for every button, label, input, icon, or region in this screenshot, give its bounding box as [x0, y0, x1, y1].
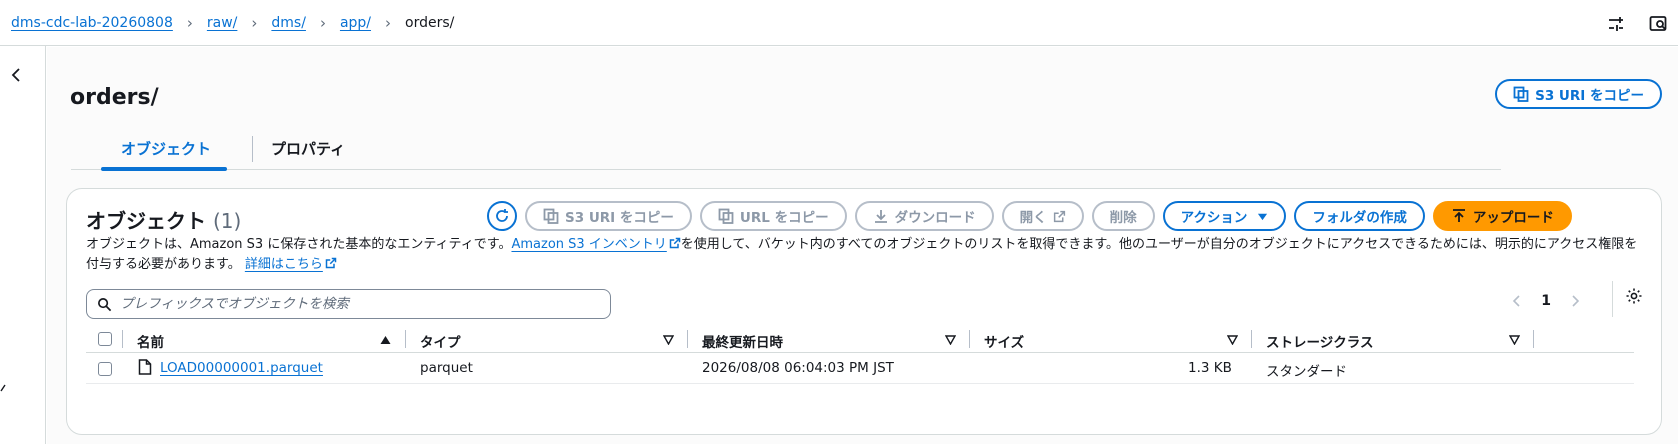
- pagination-divider: [1612, 281, 1613, 317]
- actions-dropdown[interactable]: アクション: [1162, 201, 1287, 231]
- breadcrumb-bucket[interactable]: dms-cdc-lab-20260808: [11, 15, 173, 31]
- sort-icon[interactable]: [1509, 335, 1520, 345]
- tab-properties[interactable]: プロパティ: [271, 138, 345, 159]
- chevron-right-icon: ›: [385, 13, 392, 32]
- copy-url-label: URL をコピー: [739, 210, 829, 226]
- file-icon: [138, 359, 152, 375]
- panel-title: オブジェクト (1): [86, 205, 241, 234]
- learn-more-link[interactable]: 詳細はこちら: [245, 257, 323, 272]
- column-divider: [969, 330, 970, 348]
- panel-title-text: オブジェクト: [86, 209, 206, 233]
- main-content: orders/ S3 URI をコピー オブジェクト プロパティ オブジェクト …: [47, 47, 1678, 444]
- object-name-cell: LOAD00000001.parquet: [160, 360, 323, 376]
- description-text-1: オブジェクトは、Amazon S3 に保存された基本的なエンティティです。: [86, 237, 512, 252]
- table-row: LOAD00000001.parquet parquet 2026/08/08 …: [86, 354, 1634, 384]
- search-icon: [98, 297, 112, 311]
- column-header-storage-class[interactable]: ストレージクラス: [1266, 331, 1373, 351]
- active-tab-indicator: [101, 167, 227, 171]
- panel-description: オブジェクトは、Amazon S3 に保存された基本的なエンティティです。Ama…: [86, 235, 1646, 275]
- copy-url-button[interactable]: URL をコピー: [699, 201, 847, 231]
- column-divider: [405, 330, 406, 348]
- download-label: ダウンロード: [894, 210, 976, 226]
- external-link-icon: [669, 237, 681, 249]
- copy-s3-uri-disabled-label: S3 URI をコピー: [565, 210, 674, 226]
- objects-panel: オブジェクト (1) S3 URI をコピー URL をコピー ダウンロード 開…: [66, 188, 1662, 435]
- column-header-name[interactable]: 名前: [137, 331, 164, 351]
- column-divider: [1251, 330, 1252, 348]
- info-panel-icon[interactable]: [1648, 14, 1668, 34]
- tab-objects[interactable]: オブジェクト: [121, 138, 211, 159]
- copy-s3-uri-button[interactable]: S3 URI をコピー: [1495, 79, 1662, 109]
- sort-icon[interactable]: [945, 335, 956, 345]
- sort-icon[interactable]: [1227, 335, 1238, 345]
- create-folder-label: フォルダの作成: [1312, 210, 1407, 226]
- actions-label: アクション: [1180, 210, 1248, 226]
- column-header-type[interactable]: タイプ: [420, 331, 461, 351]
- object-name-link[interactable]: LOAD00000001.parquet: [160, 360, 323, 376]
- top-bar: dms-cdc-lab-20260808 › raw/ › dms/ › app…: [0, 0, 1678, 46]
- breadcrumb-raw[interactable]: raw/: [207, 15, 238, 31]
- tab-list: オブジェクト プロパティ: [71, 130, 1501, 171]
- breadcrumb-current: orders/: [405, 14, 455, 31]
- upload-button[interactable]: アップロード: [1432, 201, 1572, 231]
- column-header-modified[interactable]: 最終更新日時: [702, 331, 783, 351]
- download-icon: [874, 210, 887, 223]
- delete-label: 削除: [1109, 210, 1137, 226]
- upload-label: アップロード: [1472, 210, 1554, 226]
- pagination: 1: [1511, 293, 1581, 309]
- gear-icon[interactable]: [1625, 287, 1643, 305]
- object-modified-cell: 2026/08/08 06:04:03 PM JST: [702, 360, 894, 376]
- external-link-icon: [325, 257, 337, 269]
- search-box: [86, 289, 611, 319]
- breadcrumb: dms-cdc-lab-20260808 › raw/ › dms/ › app…: [11, 14, 454, 32]
- open-button[interactable]: 開く: [1001, 201, 1084, 231]
- search-input[interactable]: [120, 296, 590, 312]
- page-title: orders/: [70, 85, 159, 110]
- select-all-checkbox[interactable]: [98, 332, 112, 346]
- upload-icon: [1452, 209, 1465, 222]
- copy-icon: [718, 208, 734, 224]
- open-label: 開く: [1019, 210, 1047, 226]
- s3-inventory-link[interactable]: Amazon S3 インベントリ: [511, 237, 666, 252]
- caret-down-icon: [1258, 213, 1268, 220]
- side-navigation: [0, 46, 46, 444]
- tab-divider: [252, 136, 253, 162]
- chevron-right-icon[interactable]: [1569, 295, 1581, 307]
- sort-ascending-icon[interactable]: [380, 335, 391, 345]
- chevron-right-icon: ›: [319, 13, 326, 32]
- row-checkbox[interactable]: [98, 362, 112, 376]
- object-type-cell: parquet: [420, 360, 473, 376]
- copy-icon: [1513, 86, 1529, 102]
- create-folder-button[interactable]: フォルダの作成: [1294, 201, 1425, 231]
- page-number[interactable]: 1: [1541, 293, 1551, 309]
- column-header-size[interactable]: サイズ: [984, 331, 1024, 351]
- split-panel-icon[interactable]: [1606, 14, 1626, 34]
- column-divider: [1533, 330, 1534, 348]
- refresh-icon: [496, 209, 508, 222]
- chevron-left-icon[interactable]: [8, 66, 26, 84]
- resize-handle-icon[interactable]: [0, 383, 6, 393]
- object-storage-class-cell: スタンダード: [1266, 364, 1347, 380]
- delete-button[interactable]: 削除: [1091, 201, 1155, 231]
- external-link-icon: [1053, 210, 1065, 222]
- table-header: 名前 タイプ 最終更新日時 サイズ ストレージクラス: [86, 329, 1634, 353]
- object-size-cell: 1.3 KB: [1188, 360, 1232, 376]
- copy-s3-uri-disabled-button[interactable]: S3 URI をコピー: [525, 201, 692, 231]
- download-button[interactable]: ダウンロード: [854, 201, 994, 231]
- object-count: (1): [212, 209, 242, 233]
- column-divider: [687, 330, 688, 348]
- breadcrumb-app[interactable]: app/: [340, 15, 371, 31]
- chevron-right-icon: ›: [251, 13, 258, 32]
- chevron-right-icon: ›: [186, 13, 193, 32]
- column-divider: [122, 330, 123, 348]
- breadcrumb-dms[interactable]: dms/: [271, 15, 306, 31]
- refresh-button[interactable]: [487, 201, 517, 231]
- copy-icon: [543, 208, 559, 224]
- copy-s3-uri-label: S3 URI をコピー: [1535, 88, 1644, 104]
- objects-toolbar: S3 URI をコピー URL をコピー ダウンロード 開く 削除 アクション …: [487, 201, 1572, 231]
- sort-icon[interactable]: [663, 335, 674, 345]
- chevron-left-icon[interactable]: [1511, 295, 1523, 307]
